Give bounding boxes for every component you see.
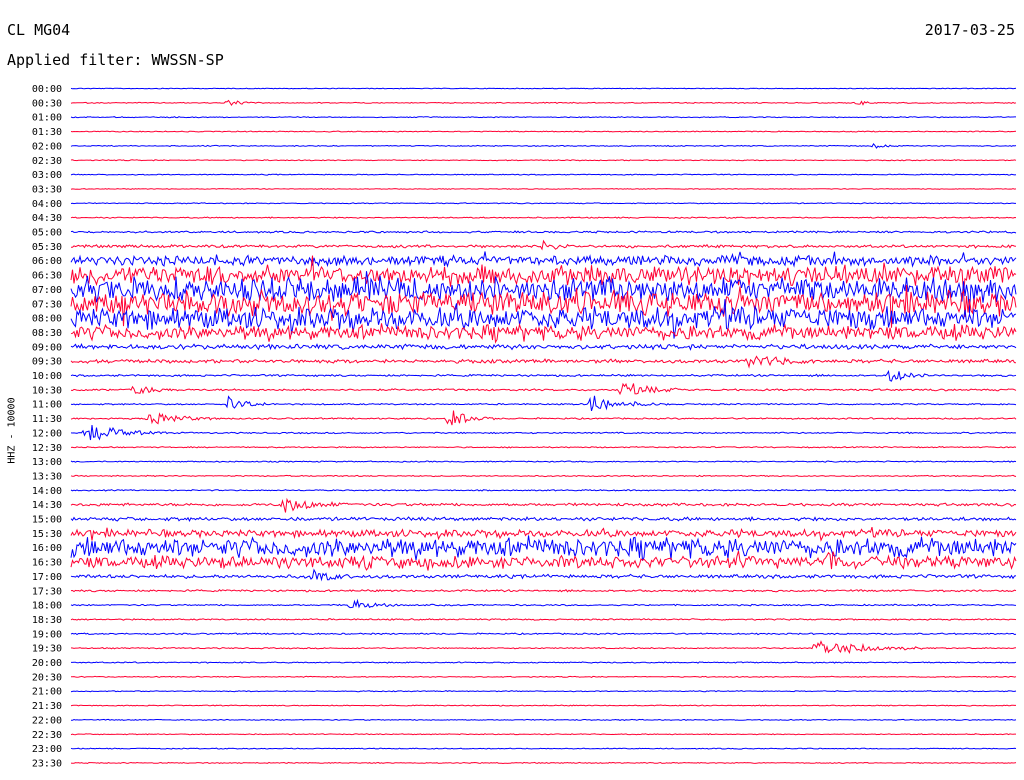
trace-row: [70, 99, 1017, 106]
row-time-label: 16:30: [32, 558, 62, 569]
row-time-label: 23:00: [32, 744, 62, 755]
row-time-label: 14:30: [32, 500, 62, 511]
row-time-label: 05:00: [32, 228, 62, 239]
trace-row: [70, 474, 1017, 478]
row-time-label: 11:00: [32, 400, 62, 411]
trace-row: [70, 640, 1017, 655]
row-time-label: 13:30: [32, 471, 62, 482]
trace-row: [70, 568, 1017, 582]
trace-row: [70, 216, 1017, 219]
trace-row: [70, 515, 1017, 523]
row-time-label: 14:00: [32, 486, 62, 497]
trace-row: [70, 598, 1017, 609]
row-time-label: 18:30: [32, 615, 62, 626]
row-time-label: 20:30: [32, 672, 62, 683]
trace-row: [70, 445, 1017, 449]
row-time-label: 17:00: [32, 572, 62, 583]
trace-row: [70, 424, 1017, 441]
row-time-label: 18:00: [32, 601, 62, 612]
row-time-label: 10:00: [32, 371, 62, 382]
trace-row: [70, 130, 1017, 133]
row-time-label: 03:00: [32, 170, 62, 181]
row-time-label: 00:30: [32, 98, 62, 109]
trace-row: [70, 251, 1017, 268]
row-time-label: 08:30: [32, 328, 62, 339]
row-time-label: 01:00: [32, 113, 62, 124]
trace-row: [70, 355, 1017, 369]
row-time-label: 13:00: [32, 457, 62, 468]
trace-row: [70, 382, 1017, 396]
trace-row: [70, 187, 1017, 190]
time-row-labels: 00:00 00:30 01:00 01:30 02:00 02:30 03:00 03:30…: [32, 84, 62, 769]
trace-row: [70, 618, 1017, 621]
trace-row: [70, 369, 1017, 382]
row-time-label: 07:00: [32, 285, 62, 296]
row-time-label: 02:00: [32, 141, 62, 152]
trace-row: [70, 632, 1017, 636]
trace-row: [70, 395, 1017, 412]
trace-row: [70, 159, 1017, 162]
row-time-label: 01:30: [32, 127, 62, 138]
row-time-label: 21:00: [32, 687, 62, 698]
row-time-label: 15:30: [32, 529, 62, 540]
row-time-label: 20:00: [32, 658, 62, 669]
trace-row: [70, 497, 1017, 513]
trace-row: [70, 343, 1017, 351]
trace-row: [71, 661, 1017, 664]
trace-row: [70, 202, 1016, 205]
row-time-label: 02:30: [32, 156, 62, 167]
row-time-label: 15:00: [32, 515, 62, 526]
helicorder-plot: 00:00 00:30 01:00 01:30 02:00 02:30 03:00 03:30…: [32, 84, 1017, 769]
trace-row: [70, 460, 1017, 463]
row-time-label: 06:30: [32, 271, 62, 282]
row-time-label: 10:30: [32, 385, 62, 396]
row-time-label: 12:30: [32, 443, 62, 454]
trace-row: [70, 589, 1017, 593]
row-time-label: 04:00: [32, 199, 62, 210]
trace-row: [70, 550, 1017, 571]
trace-row: [70, 733, 1016, 736]
row-time-label: 08:00: [32, 314, 62, 325]
row-time-label: 19:30: [32, 644, 62, 655]
row-time-label: 22:00: [32, 715, 62, 726]
row-time-label: 05:30: [32, 242, 62, 253]
row-time-label: 00:00: [32, 84, 62, 95]
trace-row: [70, 535, 1017, 561]
seismic-traces: [70, 87, 1017, 765]
trace-row: [70, 704, 1016, 707]
row-time-label: 07:30: [32, 299, 62, 310]
trace-row: [71, 675, 1017, 678]
row-time-label: 11:30: [32, 414, 62, 425]
row-time-label: 17:30: [32, 586, 62, 597]
trace-row: [70, 173, 1017, 176]
trace-row: [70, 143, 1017, 149]
row-time-label: 09:00: [32, 342, 62, 353]
row-time-label: 21:30: [32, 701, 62, 712]
row-time-label: 16:00: [32, 543, 62, 554]
trace-row: [70, 489, 1017, 492]
row-time-label: 03:30: [32, 184, 62, 195]
row-time-label: 09:30: [32, 357, 62, 368]
trace-row: [70, 747, 1017, 750]
trace-row: [70, 116, 1016, 119]
trace-row: [70, 526, 1017, 542]
trace-row: [70, 761, 1017, 765]
row-time-label: 04:30: [32, 213, 62, 224]
row-time-label: 22:30: [32, 730, 62, 741]
row-time-label: 19:00: [32, 629, 62, 640]
trace-row: [70, 230, 1017, 234]
row-time-label: 12:00: [32, 428, 62, 439]
trace-row: [70, 718, 1017, 721]
row-time-label: 23:30: [32, 758, 62, 769]
row-time-label: 06:00: [32, 256, 62, 267]
trace-row: [70, 87, 1017, 90]
trace-row: [71, 239, 1017, 251]
trace-row: [70, 690, 1017, 693]
trace-row: [70, 410, 1017, 426]
